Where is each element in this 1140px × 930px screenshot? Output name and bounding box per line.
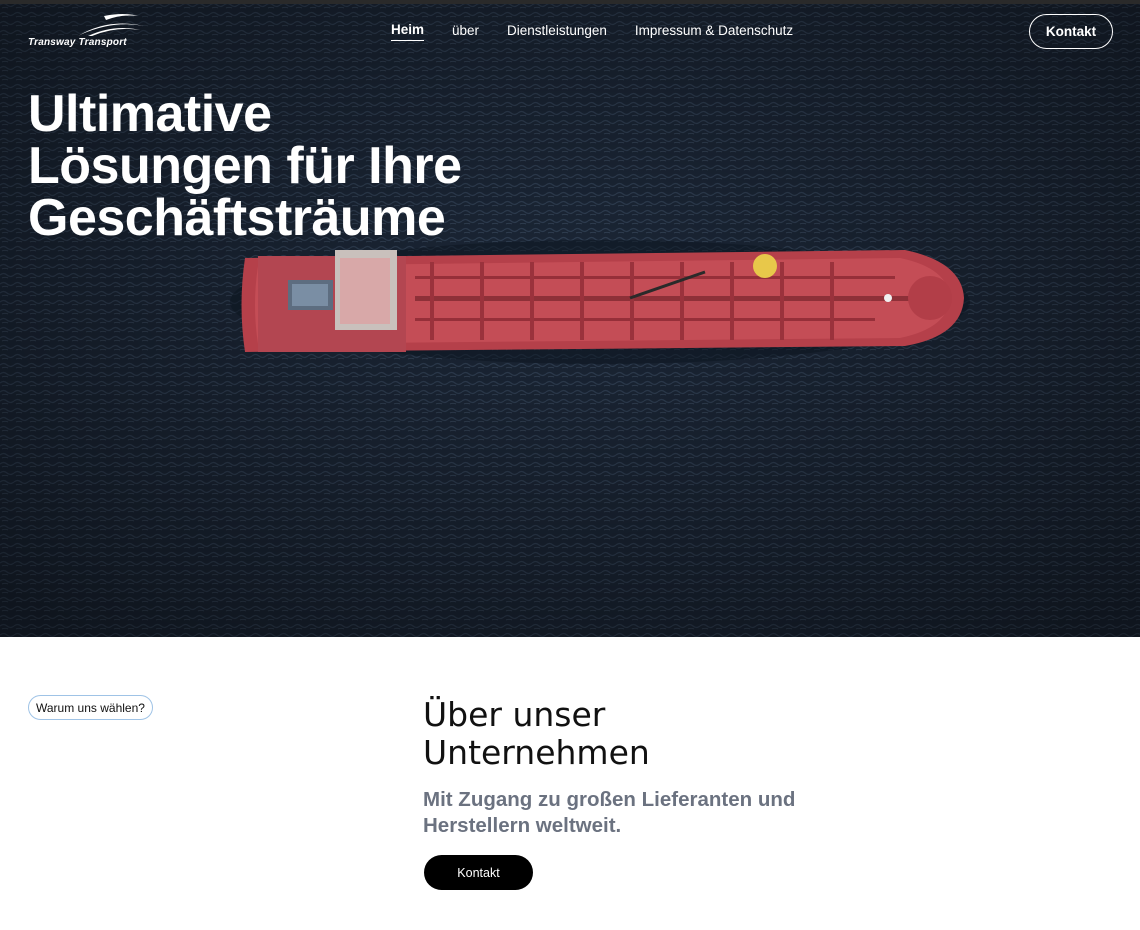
why-choose-us-badge: Warum uns wählen? [28,695,153,720]
hero-title-line-1: Ultimative [28,85,272,143]
hero-title-line-3: Geschäftsträume [28,189,446,247]
hero-title: Ultimative Lösungen für Ihre Geschäftstr… [28,88,508,244]
about-title: Über unser Unternehmen [423,696,843,772]
about-title-line-2: Unternehmen [423,733,650,772]
hero-section: Transway Transport Heim über Dienstleist… [0,0,1140,637]
nav-link-imprint-privacy[interactable]: Impressum & Datenschutz [635,23,793,41]
tanker-ship [230,240,970,364]
logo-text: Transway Transport [28,37,127,48]
top-border [0,0,1140,4]
about-title-line-1: Über unser [423,695,606,734]
main-nav: Heim über Dienstleistungen Impressum & D… [391,22,821,41]
about-subtitle-line-1: Mit Zugang zu großen Lieferanten und [423,788,796,811]
about-subtitle-line-2: Herstellern weltweit. [423,814,622,837]
nav-link-about[interactable]: über [452,23,479,41]
brand-logo[interactable]: Transway Transport [26,12,151,52]
nav-link-home[interactable]: Heim [391,22,425,41]
header-contact-button[interactable]: Kontakt [1029,14,1113,49]
nav-link-services[interactable]: Dienstleistungen [507,23,607,41]
hero-title-line-2: Lösungen für Ihre [28,137,462,195]
about-subtitle: Mit Zugang zu großen Lieferanten und Her… [423,787,843,839]
about-contact-button[interactable]: Kontakt [424,855,533,890]
